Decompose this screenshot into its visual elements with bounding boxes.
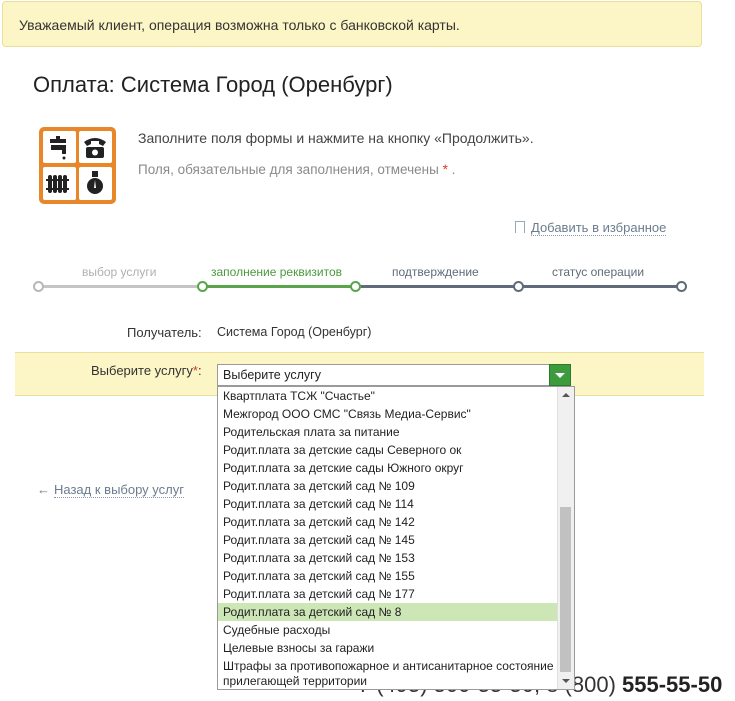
dropdown-option[interactable]: Родит.плата за детский сад № 177 <box>218 585 558 603</box>
dropdown-option[interactable]: Целевые взносы за гаражи <box>218 639 558 657</box>
step-dot <box>350 281 361 292</box>
recipient-label: Получатель: <box>127 325 202 340</box>
step-label-confirmation: подтверждение <box>392 265 479 279</box>
bookmark-icon <box>515 221 525 233</box>
scroll-down-icon[interactable] <box>562 679 570 683</box>
dropdown-option[interactable]: Родит.плата за детский сад № 8 <box>218 603 558 621</box>
dropdown-option[interactable]: Родительская плата за питание <box>218 423 558 441</box>
notice-banner: Уважаемый клиент, операция возможна толь… <box>2 1 702 47</box>
dropdown-option[interactable]: Родит.плата за детский сад № 153 <box>218 549 558 567</box>
dropdown-option[interactable]: Родит.плата за детские сады Южного округ <box>218 459 558 477</box>
recipient-value: Система Город (Оренбург) <box>217 325 372 339</box>
step-dot <box>197 281 208 292</box>
required-fields-note: Поля, обязательные для заполнения, отмеч… <box>138 162 456 177</box>
add-to-favorites-link[interactable]: Добавить в избранное <box>515 220 667 236</box>
notice-text: Уважаемый клиент, операция возможна толь… <box>19 17 460 33</box>
step-dot <box>33 281 44 292</box>
arrow-left-icon: ← <box>37 482 50 497</box>
service-label: Выберите услугу*: <box>91 363 202 378</box>
form-instructions: Заполните поля формы и нажмите на кнопку… <box>138 130 534 146</box>
step-label-select-service: выбор услуги <box>82 265 157 279</box>
dropdown-option[interactable]: Родит.плата за детский сад № 155 <box>218 567 558 585</box>
dropdown-option[interactable]: Родит.плата за детский сад № 145 <box>218 531 558 549</box>
service-select[interactable]: Выберите услугу <box>217 364 571 386</box>
scroll-up-icon[interactable] <box>562 393 570 397</box>
dropdown-option[interactable]: Родит.плата за детский сад № 142 <box>218 513 558 531</box>
step-label-fill-details: заполнение реквизитов <box>211 265 343 279</box>
step-connector <box>37 285 201 288</box>
dropdown-option[interactable]: Квартплата ТСЖ "Счастье" <box>218 387 558 405</box>
dropdown-option[interactable]: Судебные расходы <box>218 621 558 639</box>
dropdown-option[interactable]: Родит.плата за детские сады Северного ок <box>218 441 558 459</box>
dropdown-option[interactable]: Родит.плата за детский сад № 109 <box>218 477 558 495</box>
telephone-icon <box>84 138 106 158</box>
step-connector <box>201 285 354 288</box>
dropdown-scrollbar[interactable] <box>557 387 574 689</box>
dropdown-options: Квартплата ТСЖ "Счастье" Межгород ООО СМС… <box>218 387 558 689</box>
service-dropdown-list[interactable]: Квартплата ТСЖ "Счастье" Межгород ООО СМС… <box>217 386 575 690</box>
page-title: Оплата: Система Город (Оренбург) <box>33 72 393 97</box>
dropdown-option[interactable]: Штрафы за противопожарное и антисанитарн… <box>218 657 558 689</box>
service-select-value: Выберите услугу <box>223 368 321 382</box>
progress-steps: выбор услуги заполнение реквизитов подтв… <box>0 262 735 298</box>
required-star: * <box>442 162 448 177</box>
step-label-status: статус операции <box>552 265 645 279</box>
back-to-services-link[interactable]: ← Назад к выбору услуг <box>37 482 184 498</box>
chevron-down-icon[interactable] <box>549 364 571 386</box>
dropdown-option[interactable]: Межгород ООО СМС "Связь Медиа-Сервис" <box>218 405 558 423</box>
step-dot <box>676 281 687 292</box>
step-connector <box>354 285 517 288</box>
provider-logo <box>39 127 116 204</box>
step-dot <box>513 281 524 292</box>
dropdown-option[interactable]: Родит.плата за детский сад № 114 <box>218 495 558 513</box>
scrollbar-thumb[interactable] <box>560 507 571 672</box>
step-connector <box>517 285 680 288</box>
